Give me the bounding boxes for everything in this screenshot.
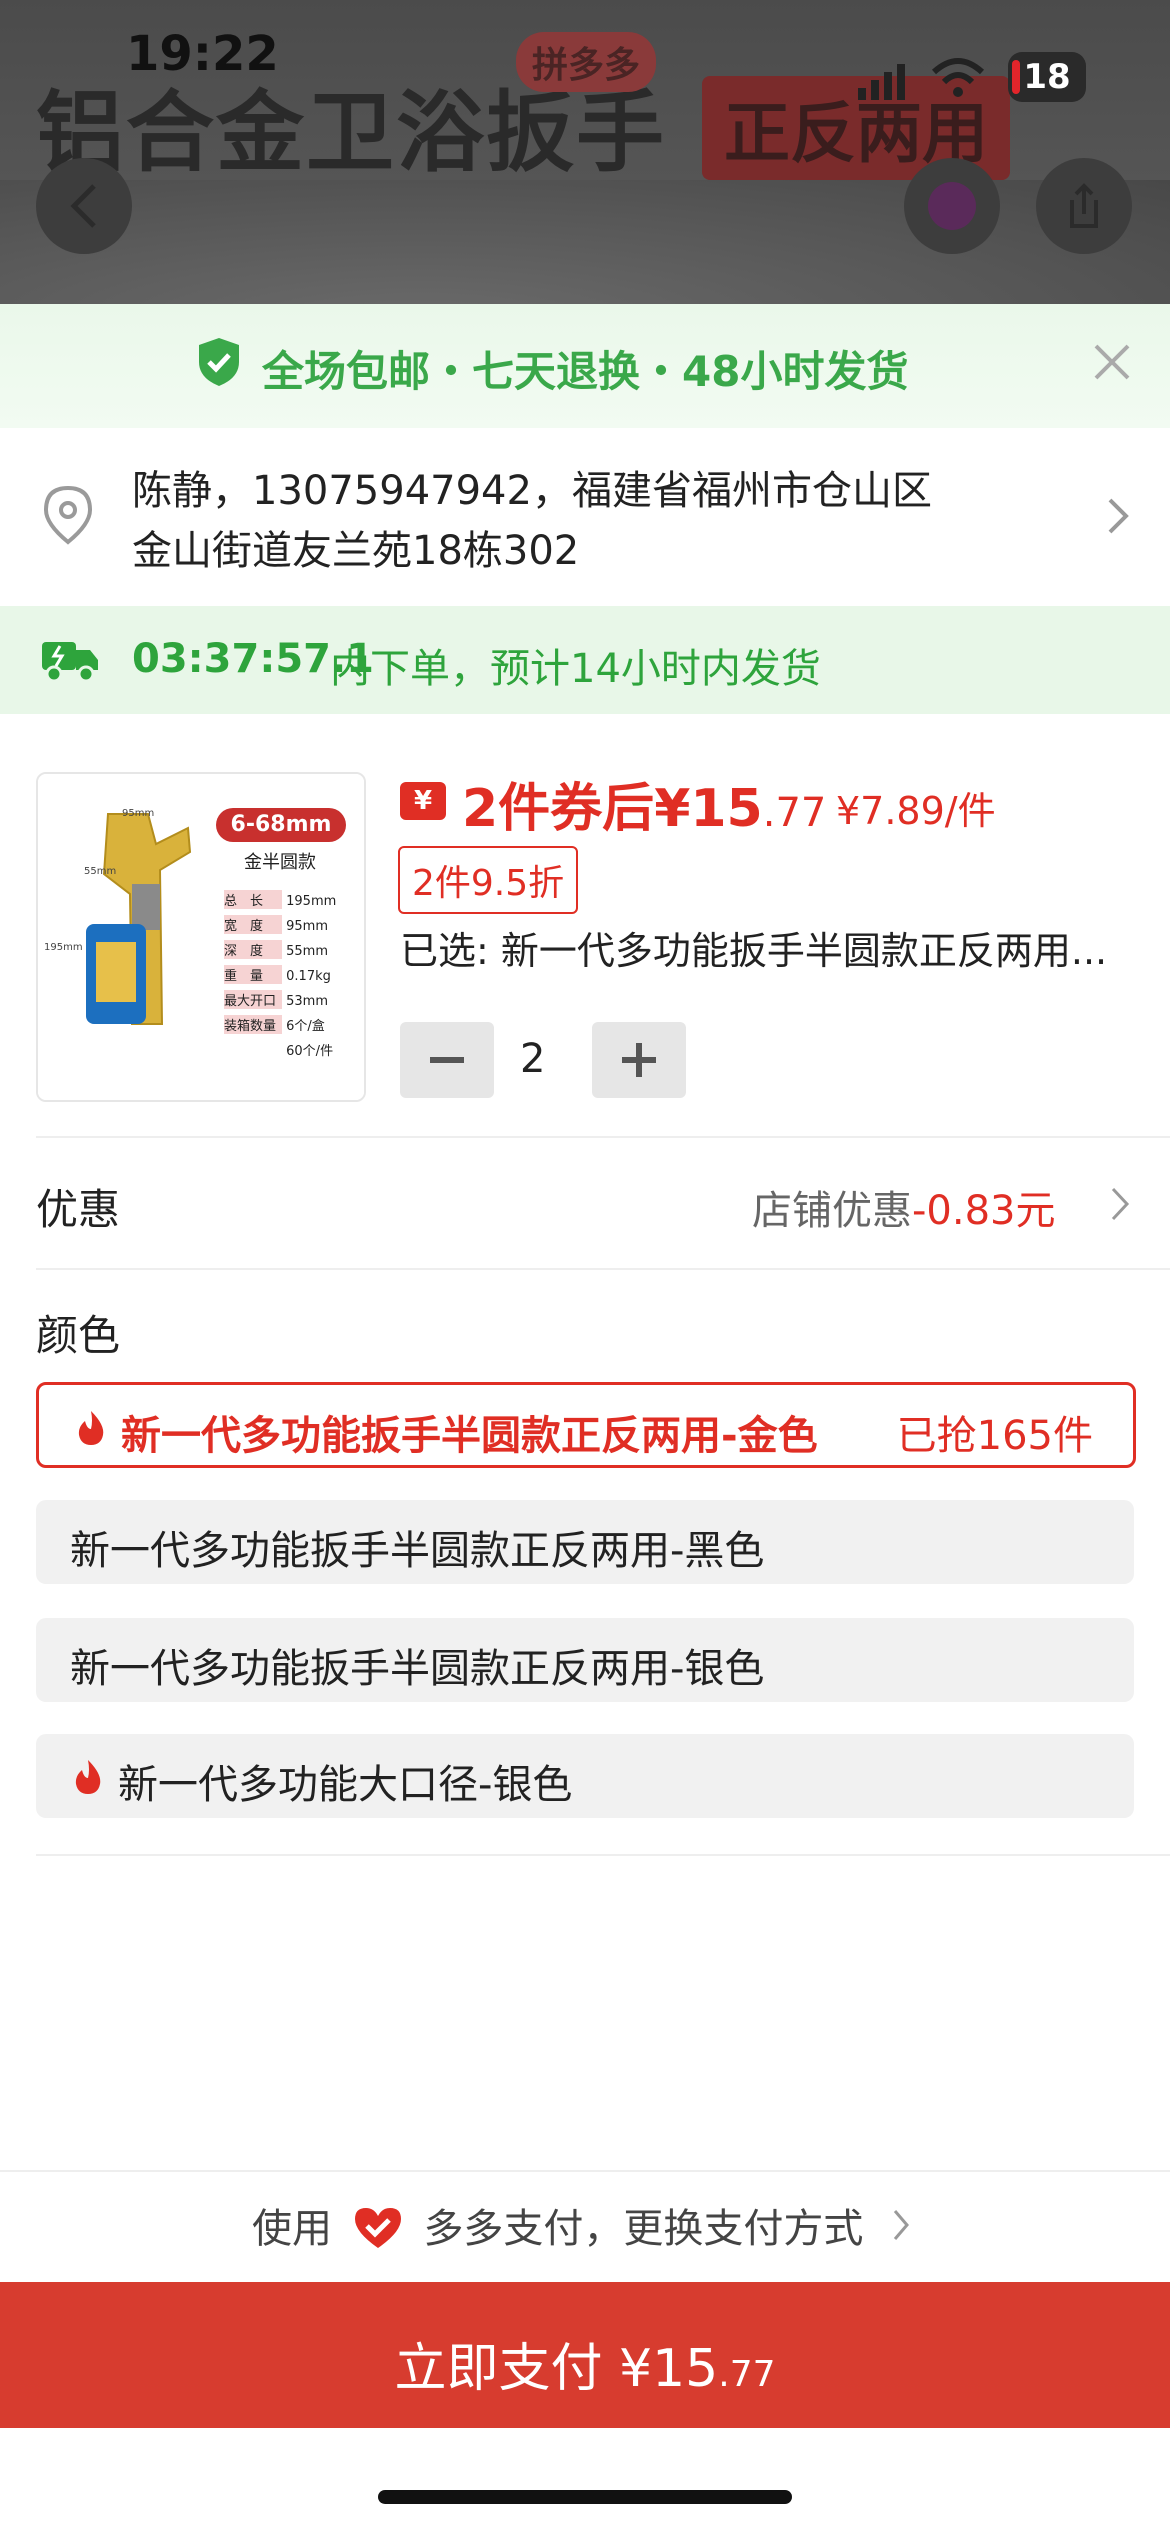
price-per-item: ¥7.89/件 <box>836 789 996 833</box>
discount-label: 优惠 <box>36 1185 121 1234</box>
color-option-gold[interactable]: 新一代多功能扳手半圆款正反两用-金色 已抢165件 <box>36 1382 1136 1468</box>
brand-badge: 拼多多 <box>516 32 657 92</box>
shop-discount-label: 店铺优惠 <box>752 1188 912 1234</box>
model-label: 金半圆款 <box>244 852 316 873</box>
color-option-black[interactable]: 新一代多功能扳手半圆款正反两用-黑色 <box>36 1500 1134 1584</box>
location-pin-icon <box>43 485 93 545</box>
spec-label: 装箱数量 <box>224 1015 282 1034</box>
discount-tag: 2件9.5折 <box>398 846 579 914</box>
dimension-depth: 55mm <box>84 866 117 877</box>
address-line-1: 陈静，13075947942，福建省福州市仓山区 <box>132 468 932 514</box>
spec-value: 55mm <box>286 944 329 959</box>
pay-button-decimal: .77 <box>718 2354 776 2395</box>
signal-icon <box>858 64 905 100</box>
plus-icon <box>622 1043 656 1077</box>
flame-icon <box>75 1760 101 1794</box>
pay-button-currency: ¥ <box>619 2339 653 2399</box>
background-product-page: 铝合金卫浴扳手 正反两用 拼多多 19:22 18 <box>0 0 1170 305</box>
price-after-coupon: 2件券后¥15.77 <box>462 766 826 841</box>
price-prefix: 2件券后 <box>462 779 655 839</box>
spec-value: 0.17kg <box>286 969 331 984</box>
shield-check-icon <box>199 338 239 386</box>
spec-label: 宽 度 <box>224 915 282 934</box>
battery-level: 18 <box>1023 57 1071 97</box>
duoduo-pay-icon <box>354 2208 401 2248</box>
spec-label: 深 度 <box>224 940 282 959</box>
color-option-label: 新一代多功能大口径-银色 <box>118 1762 573 1808</box>
quantity-increase-button[interactable] <box>592 1022 686 1098</box>
spec-label: 总 长 <box>224 890 282 909</box>
spec-value: 6个/盒 <box>286 1019 325 1034</box>
status-time: 19:22 <box>126 26 279 82</box>
address-line-2: 金山街道友兰苑18栋302 <box>132 528 580 574</box>
home-indicator[interactable] <box>378 2490 792 2504</box>
delivery-truck-icon <box>42 642 98 682</box>
pay-button-label: 立即支付 <box>394 2339 603 2399</box>
delivery-text: 内下单，预计14小时内发货 <box>330 646 821 692</box>
dimension-length: 195mm <box>44 942 83 953</box>
product-image[interactable]: 6-68mm 金半圆款 95mm 55mm 195mm 总 长 195mm 宽 … <box>36 772 366 1102</box>
selected-variant: 已选: 新一代多功能扳手半圆款正反两用... <box>400 929 1108 973</box>
heart-icon <box>928 182 976 230</box>
color-section-title: 颜色 <box>36 1311 121 1360</box>
spec-value: 60个/件 <box>286 1044 334 1059</box>
sold-count: 已抢165件 <box>896 1413 1093 1459</box>
spec-value: 95mm <box>286 919 329 934</box>
shop-discount: 店铺优惠-0.83元 <box>752 1178 1056 1236</box>
close-icon[interactable] <box>1090 340 1134 384</box>
favorite-button[interactable] <box>904 158 1000 254</box>
pay-button-integer: 15 <box>652 2339 719 2399</box>
color-option-wide-mouth-silver[interactable]: 新一代多功能大口径-银色 <box>36 1734 1134 1818</box>
payment-method-name: 多多支付，更换支付方式 <box>423 2206 864 2252</box>
spec-label: 最大开口 <box>224 990 282 1009</box>
address-row[interactable] <box>0 428 1170 606</box>
price-decimal: .77 <box>762 790 827 836</box>
chevron-right-icon <box>1111 1187 1130 1221</box>
flame-icon <box>78 1411 104 1445</box>
coupon-icon: ¥ <box>400 782 446 820</box>
color-option-label: 新一代多功能扳手半圆款正反两用-银色 <box>70 1646 765 1692</box>
price-currency: ¥ <box>654 779 691 839</box>
chevron-left-icon <box>70 184 96 228</box>
divider <box>36 1268 1170 1270</box>
dimension-width: 95mm <box>122 808 155 819</box>
share-icon <box>1070 183 1098 228</box>
service-banner-text: 全场包邮・七天退换・48小时发货 <box>262 347 909 396</box>
payment-method-prefix: 使用 <box>252 2206 332 2252</box>
color-option-label: 新一代多功能扳手半圆款正反两用-黑色 <box>70 1528 765 1574</box>
divider <box>36 1136 1170 1138</box>
color-option-silver[interactable]: 新一代多功能扳手半圆款正反两用-银色 <box>36 1618 1134 1702</box>
spec-list: 总 长 195mm 宽 度 95mm 深 度 55mm 重 量 0.17kg 最… <box>224 890 356 1065</box>
shop-discount-amount: -0.83元 <box>912 1188 1056 1234</box>
minus-icon <box>430 1057 464 1063</box>
spec-value: 195mm <box>286 894 337 909</box>
spec-label: 重 量 <box>224 965 282 984</box>
payment-method: 使用 多多支付，更换支付方式 <box>252 2196 863 2254</box>
spec-value: 53mm <box>286 994 329 1009</box>
chevron-right-icon <box>1108 498 1129 534</box>
quantity-decrease-button[interactable] <box>400 1022 494 1098</box>
battery-indicator: 18 <box>1008 52 1086 102</box>
back-button[interactable] <box>36 158 132 254</box>
quantity-value[interactable]: 2 <box>520 1036 545 1082</box>
size-badge: 6-68mm <box>216 808 346 842</box>
pay-now-label[interactable]: 立即支付 ¥15.77 <box>0 2326 1170 2401</box>
color-option-label: 新一代多功能扳手半圆款正反两用-金色 <box>121 1413 818 1459</box>
share-button[interactable] <box>1036 158 1132 254</box>
wifi-icon <box>931 58 985 97</box>
price-integer: 15 <box>690 779 763 839</box>
divider <box>36 1854 1170 1856</box>
chevron-right-icon <box>893 2210 909 2240</box>
